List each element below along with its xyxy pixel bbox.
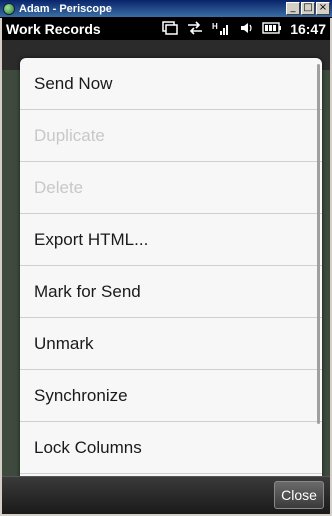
close-button[interactable]: Close (274, 481, 324, 509)
menu-scrollbar[interactable] (317, 64, 320, 424)
status-icons: H 16:47 (162, 20, 330, 38)
status-bar: Work Records H 16:47 (2, 18, 330, 40)
window-title: Adam - Periscope (19, 2, 112, 15)
background-strip-left (2, 70, 20, 490)
menu-item-send-now[interactable]: Send Now (20, 58, 322, 110)
signal-type-label: H (212, 22, 218, 31)
menu-item-delete: Delete (20, 162, 322, 214)
softkey-bar: Close (2, 476, 330, 514)
menu-item-unmark[interactable]: Unmark (20, 318, 322, 370)
window-controls: _ □ × (286, 2, 330, 15)
menu-item-mark-for-send[interactable]: Mark for Send (20, 266, 322, 318)
app-icon (3, 2, 15, 15)
emulator-window: Adam - Periscope _ □ × Work Records H 16… (0, 0, 332, 516)
menu-item-duplicate: Duplicate (20, 110, 322, 162)
window-close-button[interactable]: × (316, 2, 330, 15)
clock-time[interactable]: 16:47 (290, 21, 326, 37)
restore-button[interactable]: □ (301, 2, 315, 15)
battery-icon (262, 21, 282, 37)
context-menu: Send Now Duplicate Delete Export HTML...… (20, 58, 322, 488)
menu-item-lock-columns[interactable]: Lock Columns (20, 422, 322, 474)
minimize-button[interactable]: _ (286, 2, 300, 15)
menu-item-export-html[interactable]: Export HTML... (20, 214, 322, 266)
signal-icon: H (212, 21, 232, 38)
window-titlebar: Adam - Periscope _ □ × (0, 0, 332, 18)
window-icon[interactable] (162, 20, 178, 38)
menu-item-synchronize[interactable]: Synchronize (20, 370, 322, 422)
volume-icon[interactable] (240, 21, 254, 38)
screen-title: Work Records (6, 21, 101, 37)
sync-icon[interactable] (186, 20, 204, 38)
device-screen: Work Records H 16:47 Send Now Duplicate … (2, 18, 330, 514)
